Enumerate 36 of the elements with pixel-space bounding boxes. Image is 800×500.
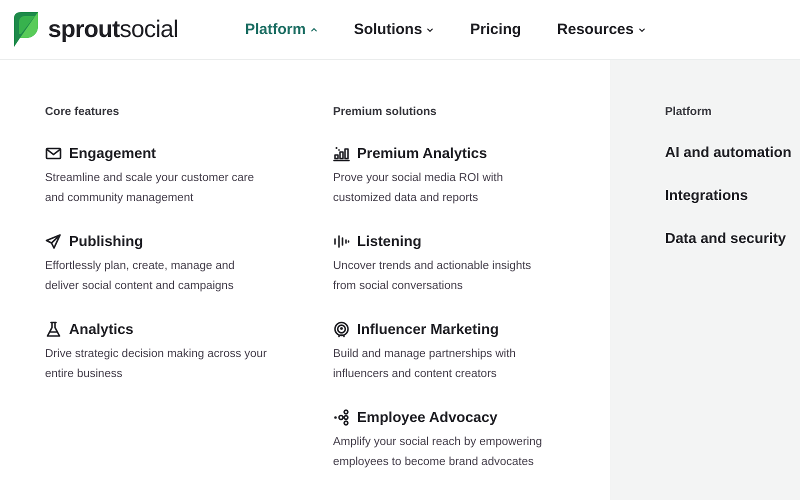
nav-menu-item[interactable]: Pricing [470, 21, 522, 38]
nav-menu-item[interactable]: Resources [557, 21, 646, 38]
nav-menu-item[interactable]: Solutions [354, 21, 434, 38]
paper-plane-icon [45, 233, 62, 250]
nav-menu-item[interactable]: Platform [245, 21, 318, 38]
menu-link[interactable]: Influencer Marketing [333, 321, 499, 338]
menu-link[interactable]: AI and automation [665, 145, 792, 161]
menu-link[interactable]: Analytics [45, 321, 134, 338]
description: Prove your social media ROI with customized data and reports [333, 171, 504, 206]
menu-link[interactable]: Employee Advocacy [333, 409, 498, 426]
flask-icon [45, 321, 62, 338]
brand-name: sproutsocial [48, 16, 178, 44]
menu-link[interactable]: Listening [333, 233, 422, 250]
section-heading: Platform [665, 106, 713, 120]
caret-icon [638, 26, 646, 32]
menu-link[interactable]: Engagement [45, 145, 156, 162]
description: Effortlessly plan, create, manage and deliver social content and campaigns [45, 259, 236, 294]
caret-icon [310, 26, 318, 32]
envelope-icon [45, 145, 62, 162]
menu-link[interactable]: Integrations [665, 188, 748, 204]
dots-network-icon [333, 409, 350, 426]
leaf-logo-icon [11, 12, 39, 48]
caret-icon [426, 26, 434, 32]
description: Amplify your social reach by empowering employees to become brand advocates [333, 435, 544, 470]
description: Build and manage partnerships with influencers and content creators [333, 347, 517, 382]
menu-link[interactable]: Publishing [45, 233, 144, 250]
sound-wave-icon [333, 233, 350, 250]
section-heading: Premium solutions [333, 106, 438, 120]
description: Drive strategic decision making across your entire business [45, 347, 267, 382]
bar-chart-icon [333, 145, 350, 162]
menu-link[interactable]: Data and security [665, 231, 786, 247]
description: Uncover trends and actionable insights from social conversations [333, 259, 532, 294]
section-heading: Core features [45, 106, 120, 120]
description: Streamline and scale your customer care and community management [45, 171, 256, 206]
menu-link[interactable]: Premium Analytics [333, 145, 488, 162]
signal-person-icon [333, 321, 350, 338]
